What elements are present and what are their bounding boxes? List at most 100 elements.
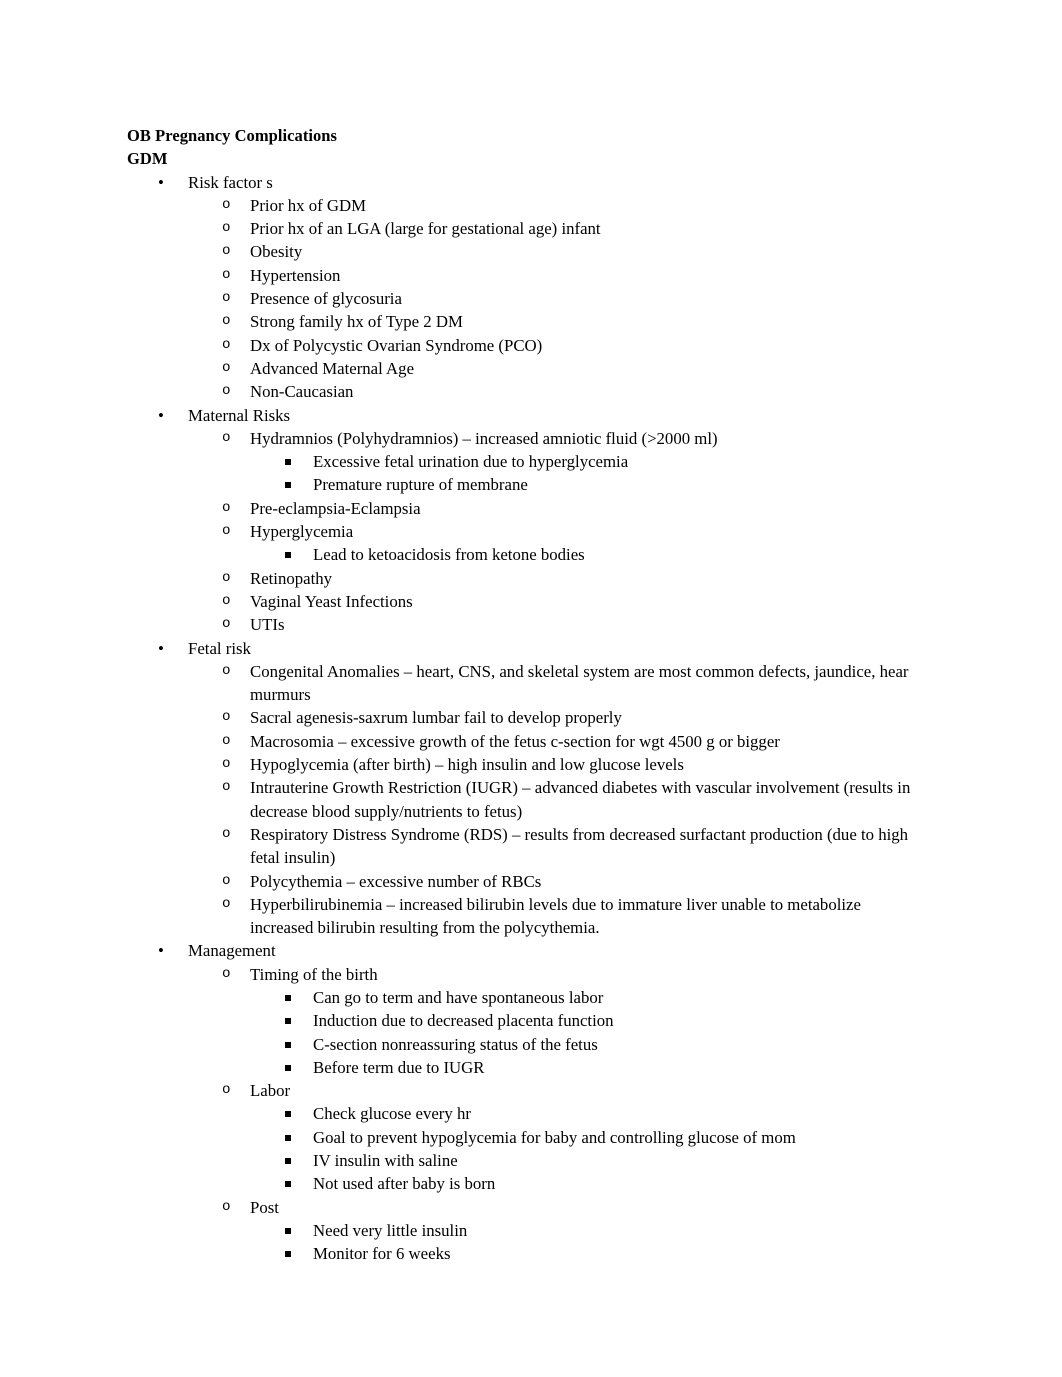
outline-level-3: Can go to term and have spontaneous labo…	[250, 986, 927, 1079]
outline-item: Retinopathy	[188, 567, 927, 590]
outline-item-label: Polycythemia – excessive number of RBCs	[250, 871, 542, 891]
outline-item-label: Hypoglycemia (after birth) – high insuli…	[250, 755, 684, 775]
page-subtitle: GDM	[127, 149, 168, 169]
bullet-circle-icon	[222, 730, 231, 754]
outline-level-2: Prior hx of GDM Prior hx of an LGA (large…	[188, 194, 927, 404]
bullet-circle-icon	[222, 823, 231, 847]
bullet-circle-icon	[222, 380, 231, 404]
outline-item-label: Post	[250, 1197, 279, 1217]
outline-item-label: Timing of the birth	[250, 964, 378, 984]
outline-item: Advanced Maternal Age	[188, 357, 927, 380]
bullet-circle-icon	[222, 870, 231, 894]
bullet-disc-icon	[158, 171, 174, 194]
outline-item-label: Need very little insulin	[313, 1220, 468, 1240]
outline-item-label: Retinopathy	[250, 568, 333, 588]
outline-item-label: Hyperbilirubinemia – increased bilirubin…	[250, 894, 861, 938]
bullet-square-icon	[285, 482, 291, 489]
outline-item: Maternal Risks Hydramnios (Polyhydramnios…	[127, 404, 927, 637]
outline-item-label: Management	[188, 941, 276, 961]
outline-level-3: Excessive fetal urination due to hypergl…	[250, 450, 927, 497]
outline-item-label: Macrosomia – excessive growth of the fet…	[250, 731, 780, 751]
bullet-circle-icon	[222, 427, 231, 451]
outline-item: Macrosomia – excessive growth of the fet…	[188, 730, 927, 753]
outline-item-label: Pre-eclampsia-Eclampsia	[250, 498, 421, 518]
bullet-square-icon	[285, 1158, 291, 1165]
outline-item-label: Sacral agenesis-saxrum lumbar fail to de…	[250, 708, 622, 728]
bullet-circle-icon	[222, 264, 231, 288]
bullet-disc-icon	[158, 404, 174, 427]
page-title: OB Pregnancy Complications	[127, 126, 337, 145]
outline-item-label: Check glucose every hr	[313, 1104, 471, 1124]
outline-item: Post Need very little insulin Monitor for …	[188, 1196, 927, 1266]
outline-item: Presence of glycosuria	[188, 287, 927, 310]
outline-item-label: Not used after baby is born	[313, 1174, 496, 1194]
outline-item-label: Hydramnios (Polyhydramnios) – increased …	[250, 428, 718, 448]
bullet-circle-icon	[222, 776, 231, 800]
bullet-square-icon	[285, 1064, 291, 1071]
outline-item: C-section nonreassuring status of the fe…	[250, 1033, 927, 1056]
outline-item-label: Prior hx of an LGA (large for gestationa…	[250, 219, 601, 239]
outline-item: Dx of Polycystic Ovarian Syndrome (PCO)	[188, 334, 927, 357]
outline-item: Vaginal Yeast Infections	[188, 590, 927, 613]
outline-item: Management Timing of the birth Can go to t…	[127, 939, 927, 1265]
outline-item: Induction due to decreased placenta func…	[250, 1009, 927, 1032]
outline-item-label: Fetal risk	[188, 638, 251, 658]
outline-level-1: Risk factor sPrior hx of GDMPrior hx of …	[127, 171, 927, 1266]
outline-item: Lead to ketoacidosis from ketone bodies	[250, 543, 927, 566]
outline-item: Check glucose every hr	[250, 1102, 927, 1125]
outline-item-label: Excessive fetal urination due to hypergl…	[313, 452, 629, 472]
bullet-square-icon	[285, 459, 291, 466]
outline-item: Prior hx of an LGA (large for gestationa…	[188, 217, 927, 240]
outline-item-label: Goal to prevent hypoglycemia for baby an…	[313, 1127, 796, 1147]
bullet-square-icon	[285, 1041, 291, 1048]
outline-item-label: Presence of glycosuria	[250, 289, 402, 309]
bullet-square-icon	[285, 1181, 291, 1188]
outline-item-label: Obesity	[250, 242, 303, 262]
bullet-circle-icon	[222, 567, 231, 591]
bullet-circle-icon	[222, 287, 231, 311]
outline-item-label: IV insulin with saline	[313, 1151, 458, 1171]
document-body: OB Pregnancy Complications GDM Risk fact…	[127, 124, 927, 1266]
bullet-square-icon	[285, 1134, 291, 1141]
outline-item: UTIs	[188, 613, 927, 636]
outline-item: Fetal risk Congenital Anomalies – heart, …	[127, 637, 927, 940]
bullet-circle-icon	[222, 753, 231, 777]
bullet-circle-icon	[222, 497, 231, 521]
outline-item: Hypoglycemia (after birth) – high insuli…	[188, 753, 927, 776]
outline-item: Pre-eclampsia-Eclampsia	[188, 497, 927, 520]
bullet-circle-icon	[222, 1196, 231, 1220]
outline-item: Strong family hx of Type 2 DM	[188, 310, 927, 333]
outline-item-label: Risk factor s	[188, 172, 273, 192]
outline-item-label: UTIs	[250, 615, 285, 635]
bullet-circle-icon	[222, 706, 231, 730]
outline-item: Hydramnios (Polyhydramnios) – increased …	[188, 427, 927, 497]
outline-item: Hypertension	[188, 264, 927, 287]
bullet-square-icon	[285, 1111, 291, 1118]
outline-level-2: Hydramnios (Polyhydramnios) – increased …	[188, 427, 927, 637]
bullet-square-icon	[285, 1251, 291, 1258]
outline-item-label: Premature rupture of membrane	[313, 475, 528, 495]
document-page: OB Pregnancy Complications GDM Risk fact…	[0, 0, 1062, 1377]
bullet-circle-icon	[222, 520, 231, 544]
bullet-circle-icon	[222, 310, 231, 334]
bullet-disc-icon	[158, 939, 174, 962]
outline-item: Hyperglycemia Lead to ketoacidosis from k…	[188, 520, 927, 567]
outline-item-label: Advanced Maternal Age	[250, 358, 415, 378]
outline-item: Hyperbilirubinemia – increased bilirubin…	[188, 893, 927, 940]
bullet-square-icon	[285, 1018, 291, 1025]
outline-item-label: Non-Caucasian	[250, 382, 354, 402]
bullet-circle-icon	[222, 240, 231, 264]
outline-item-label: Strong family hx of Type 2 DM	[250, 312, 463, 332]
bullet-circle-icon	[222, 963, 231, 987]
bullet-circle-icon	[222, 194, 231, 218]
outline-item-label: Labor	[250, 1081, 291, 1101]
outline-item-label: Induction due to decreased placenta func…	[313, 1011, 614, 1031]
outline-item: Excessive fetal urination due to hypergl…	[250, 450, 927, 473]
bullet-circle-icon	[222, 660, 231, 684]
outline-item-label: Dx of Polycystic Ovarian Syndrome (PCO)	[250, 335, 543, 355]
bullet-circle-icon	[222, 357, 231, 381]
outline-item: Respiratory Distress Syndrome (RDS) – re…	[188, 823, 927, 870]
bullet-circle-icon	[222, 893, 231, 917]
outline-item-label: Respiratory Distress Syndrome (RDS) – re…	[250, 824, 909, 868]
outline-item-label: Before term due to IUGR	[313, 1057, 485, 1077]
